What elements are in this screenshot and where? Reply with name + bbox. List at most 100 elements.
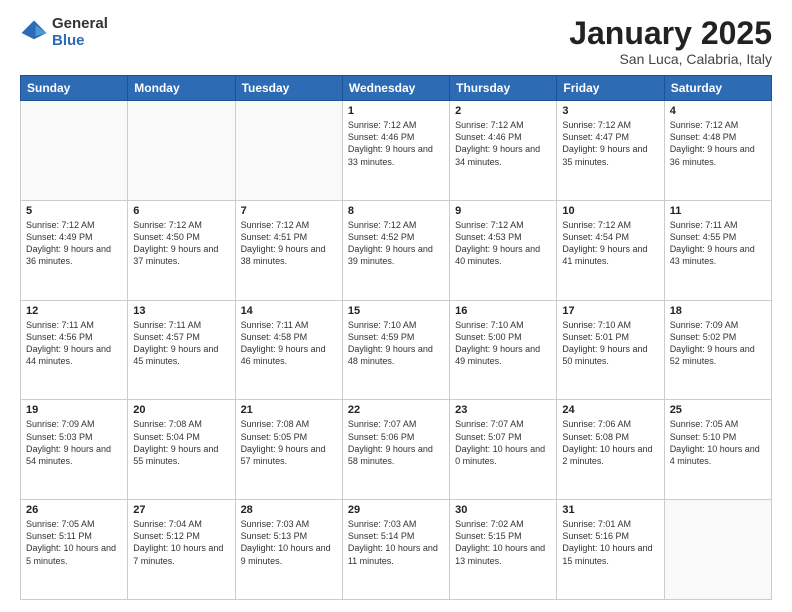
day-number: 1	[348, 105, 444, 117]
calendar-day-cell: 22 Sunrise: 7:07 AM Sunset: 5:06 PM Dayli…	[342, 400, 449, 500]
day-info: Sunrise: 7:12 AM Sunset: 4:50 PM Dayligh…	[133, 219, 229, 268]
day-number: 27	[133, 504, 229, 516]
logo-general-text: General	[52, 16, 108, 33]
day-number: 14	[241, 305, 337, 317]
calendar-day-cell: 7 Sunrise: 7:12 AM Sunset: 4:51 PM Daylig…	[235, 200, 342, 300]
day-number: 13	[133, 305, 229, 317]
calendar-body: 1 Sunrise: 7:12 AM Sunset: 4:46 PM Daylig…	[21, 101, 772, 600]
calendar-day-cell: 1 Sunrise: 7:12 AM Sunset: 4:46 PM Daylig…	[342, 101, 449, 201]
day-number: 21	[241, 404, 337, 416]
day-info: Sunrise: 7:07 AM Sunset: 5:07 PM Dayligh…	[455, 418, 551, 467]
logo-blue-text: Blue	[52, 33, 108, 50]
calendar-day-cell: 6 Sunrise: 7:12 AM Sunset: 4:50 PM Daylig…	[128, 200, 235, 300]
day-info: Sunrise: 7:10 AM Sunset: 5:01 PM Dayligh…	[562, 319, 658, 368]
calendar-week-row: 12Sunrise: 7:11 AM Sunset: 4:56 PM Dayli…	[21, 300, 772, 400]
day-number: 12	[26, 305, 122, 317]
day-number: 30	[455, 504, 551, 516]
day-info: Sunrise: 7:07 AM Sunset: 5:06 PM Dayligh…	[348, 418, 444, 467]
day-number: 5	[26, 205, 122, 217]
day-info: Sunrise: 7:11 AM Sunset: 4:58 PM Dayligh…	[241, 319, 337, 368]
day-info: Sunrise: 7:03 AM Sunset: 5:13 PM Dayligh…	[241, 518, 337, 567]
weekday-header: Thursday	[450, 76, 557, 101]
day-info: Sunrise: 7:12 AM Sunset: 4:48 PM Dayligh…	[670, 119, 766, 168]
calendar-day-cell: 13Sunrise: 7:11 AM Sunset: 4:57 PM Dayli…	[128, 300, 235, 400]
weekday-header: Saturday	[664, 76, 771, 101]
day-number: 10	[562, 205, 658, 217]
calendar-day-cell: 29 Sunrise: 7:03 AM Sunset: 5:14 PM Dayli…	[342, 500, 449, 600]
day-info: Sunrise: 7:05 AM Sunset: 5:11 PM Dayligh…	[26, 518, 122, 567]
calendar-day-cell: 9 Sunrise: 7:12 AM Sunset: 4:53 PM Daylig…	[450, 200, 557, 300]
day-number: 7	[241, 205, 337, 217]
logo: General Blue	[20, 16, 108, 49]
calendar-day-cell	[664, 500, 771, 600]
day-number: 4	[670, 105, 766, 117]
calendar-day-cell: 24 Sunrise: 7:06 AM Sunset: 5:08 PM Dayli…	[557, 400, 664, 500]
day-info: Sunrise: 7:08 AM Sunset: 5:04 PM Dayligh…	[133, 418, 229, 467]
calendar-day-cell	[128, 101, 235, 201]
logo-text: General Blue	[52, 16, 108, 49]
weekday-header: Sunday	[21, 76, 128, 101]
day-info: Sunrise: 7:12 AM Sunset: 4:54 PM Dayligh…	[562, 219, 658, 268]
day-info: Sunrise: 7:10 AM Sunset: 4:59 PM Dayligh…	[348, 319, 444, 368]
calendar-day-cell: 26 Sunrise: 7:05 AM Sunset: 5:11 PM Dayli…	[21, 500, 128, 600]
day-info: Sunrise: 7:12 AM Sunset: 4:46 PM Dayligh…	[455, 119, 551, 168]
calendar-day-cell: 11 Sunrise: 7:11 AM Sunset: 4:55 PM Dayli…	[664, 200, 771, 300]
day-number: 3	[562, 105, 658, 117]
weekday-header: Tuesday	[235, 76, 342, 101]
page: General Blue January 2025 San Luca, Cala…	[0, 0, 792, 612]
calendar-week-row: 26 Sunrise: 7:05 AM Sunset: 5:11 PM Dayli…	[21, 500, 772, 600]
day-info: Sunrise: 7:10 AM Sunset: 5:00 PM Dayligh…	[455, 319, 551, 368]
month-title: January 2025	[569, 16, 772, 51]
day-number: 17	[562, 305, 658, 317]
calendar-day-cell: 27Sunrise: 7:04 AM Sunset: 5:12 PM Dayli…	[128, 500, 235, 600]
calendar-day-cell: 16 Sunrise: 7:10 AM Sunset: 5:00 PM Dayli…	[450, 300, 557, 400]
logo-icon	[20, 19, 48, 47]
day-info: Sunrise: 7:06 AM Sunset: 5:08 PM Dayligh…	[562, 418, 658, 467]
calendar-day-cell: 14 Sunrise: 7:11 AM Sunset: 4:58 PM Dayli…	[235, 300, 342, 400]
day-info: Sunrise: 7:01 AM Sunset: 5:16 PM Dayligh…	[562, 518, 658, 567]
calendar-day-cell: 17 Sunrise: 7:10 AM Sunset: 5:01 PM Dayli…	[557, 300, 664, 400]
day-info: Sunrise: 7:12 AM Sunset: 4:52 PM Dayligh…	[348, 219, 444, 268]
day-info: Sunrise: 7:12 AM Sunset: 4:46 PM Dayligh…	[348, 119, 444, 168]
day-info: Sunrise: 7:05 AM Sunset: 5:10 PM Dayligh…	[670, 418, 766, 467]
calendar-day-cell: 30 Sunrise: 7:02 AM Sunset: 5:15 PM Dayli…	[450, 500, 557, 600]
title-block: January 2025 San Luca, Calabria, Italy	[569, 16, 772, 67]
day-number: 6	[133, 205, 229, 217]
calendar-day-cell: 4 Sunrise: 7:12 AM Sunset: 4:48 PM Daylig…	[664, 101, 771, 201]
day-number: 9	[455, 205, 551, 217]
day-number: 11	[670, 205, 766, 217]
calendar-day-cell	[235, 101, 342, 201]
calendar-week-row: 1 Sunrise: 7:12 AM Sunset: 4:46 PM Daylig…	[21, 101, 772, 201]
calendar-week-row: 5 Sunrise: 7:12 AM Sunset: 4:49 PM Daylig…	[21, 200, 772, 300]
day-number: 22	[348, 404, 444, 416]
day-info: Sunrise: 7:09 AM Sunset: 5:02 PM Dayligh…	[670, 319, 766, 368]
calendar-day-cell: 25 Sunrise: 7:05 AM Sunset: 5:10 PM Dayli…	[664, 400, 771, 500]
calendar-day-cell: 3Sunrise: 7:12 AM Sunset: 4:47 PM Daylig…	[557, 101, 664, 201]
day-number: 25	[670, 404, 766, 416]
calendar-day-cell: 31 Sunrise: 7:01 AM Sunset: 5:16 PM Dayli…	[557, 500, 664, 600]
day-info: Sunrise: 7:12 AM Sunset: 4:49 PM Dayligh…	[26, 219, 122, 268]
day-number: 26	[26, 504, 122, 516]
day-number: 20	[133, 404, 229, 416]
day-info: Sunrise: 7:12 AM Sunset: 4:53 PM Dayligh…	[455, 219, 551, 268]
calendar-day-cell	[21, 101, 128, 201]
calendar-day-cell: 21Sunrise: 7:08 AM Sunset: 5:05 PM Dayli…	[235, 400, 342, 500]
day-info: Sunrise: 7:03 AM Sunset: 5:14 PM Dayligh…	[348, 518, 444, 567]
day-number: 16	[455, 305, 551, 317]
day-info: Sunrise: 7:11 AM Sunset: 4:55 PM Dayligh…	[670, 219, 766, 268]
calendar-day-cell: 18 Sunrise: 7:09 AM Sunset: 5:02 PM Dayli…	[664, 300, 771, 400]
day-number: 8	[348, 205, 444, 217]
day-info: Sunrise: 7:02 AM Sunset: 5:15 PM Dayligh…	[455, 518, 551, 567]
day-number: 2	[455, 105, 551, 117]
calendar-day-cell: 5 Sunrise: 7:12 AM Sunset: 4:49 PM Daylig…	[21, 200, 128, 300]
calendar-header: SundayMondayTuesdayWednesdayThursdayFrid…	[21, 76, 772, 101]
day-number: 29	[348, 504, 444, 516]
day-info: Sunrise: 7:12 AM Sunset: 4:51 PM Dayligh…	[241, 219, 337, 268]
day-number: 18	[670, 305, 766, 317]
location: San Luca, Calabria, Italy	[569, 51, 772, 67]
day-number: 24	[562, 404, 658, 416]
day-number: 23	[455, 404, 551, 416]
weekday-header: Friday	[557, 76, 664, 101]
calendar-day-cell: 10 Sunrise: 7:12 AM Sunset: 4:54 PM Dayli…	[557, 200, 664, 300]
day-number: 31	[562, 504, 658, 516]
